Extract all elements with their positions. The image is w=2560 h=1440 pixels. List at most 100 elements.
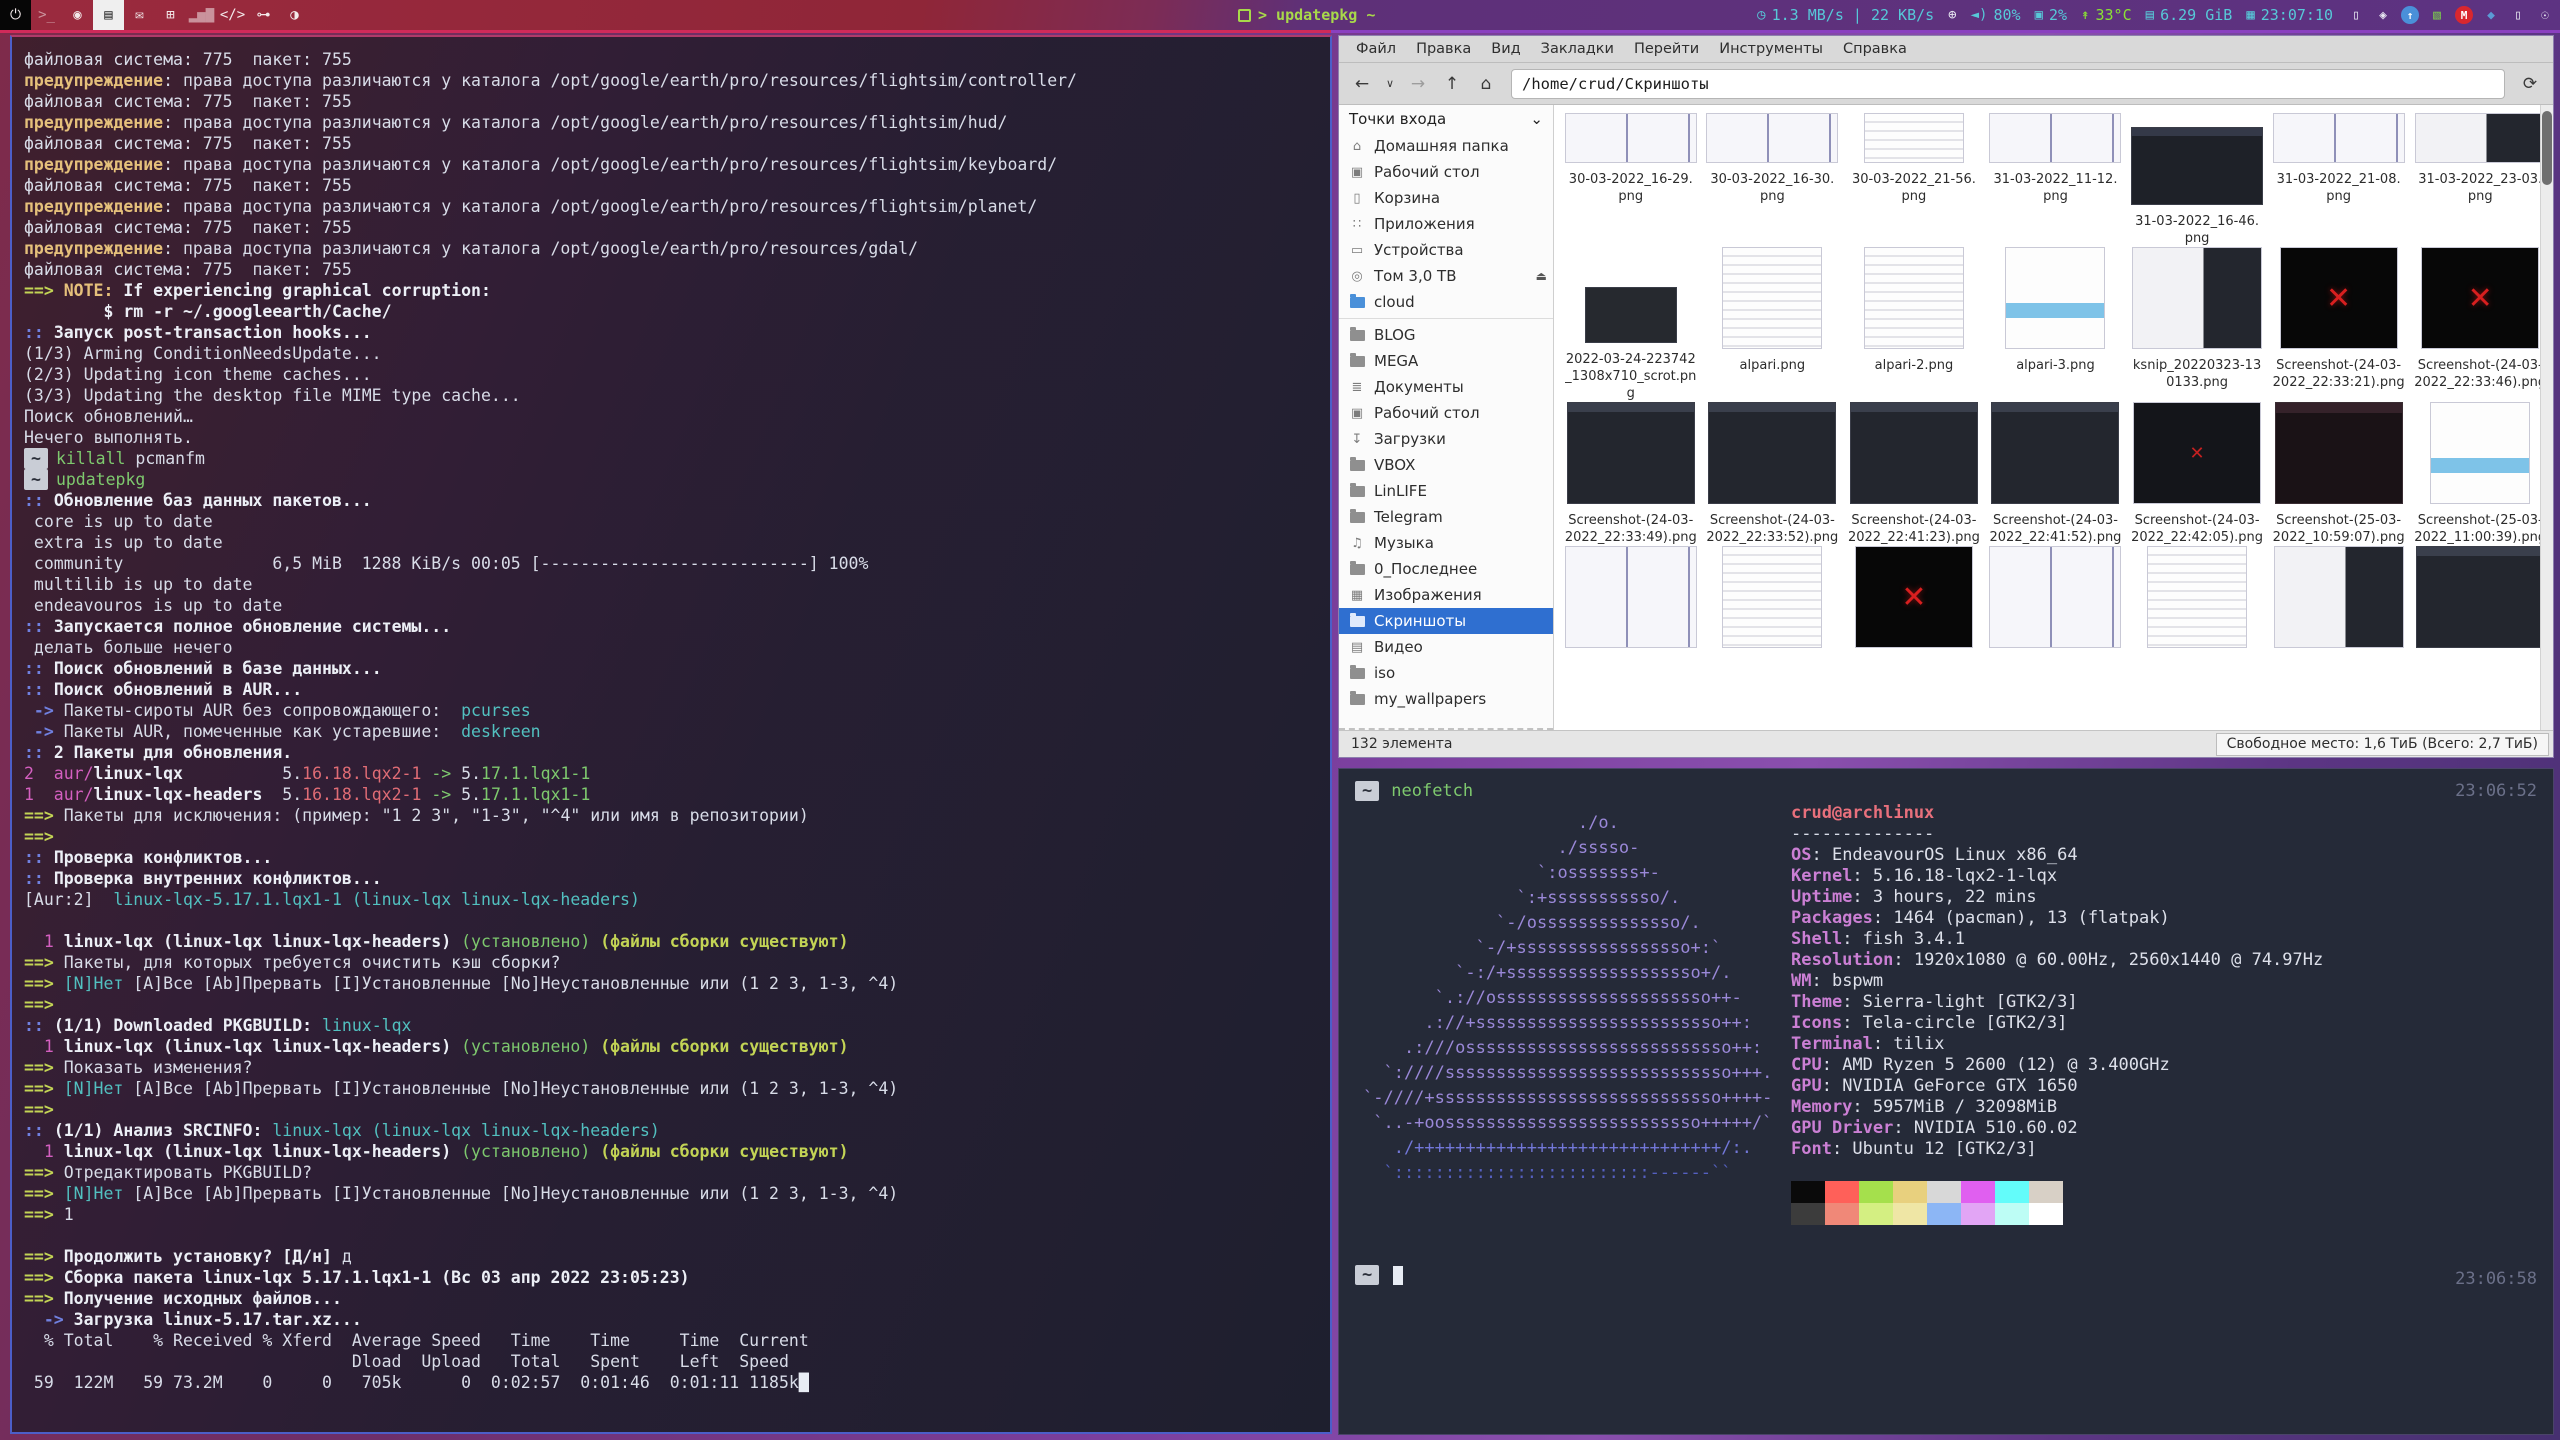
file-item[interactable]	[1560, 546, 1702, 648]
file-item[interactable]: alpari.png	[1702, 247, 1844, 402]
sidebar-item-blog[interactable]: BLOG	[1339, 322, 1553, 348]
file-item[interactable]: Screenshot-(25-03-2022_10:59:07).png	[2268, 402, 2410, 546]
file-list[interactable]: 30-03-2022_16-29.png30-03-2022_16-30.png…	[1554, 105, 2553, 730]
file-item[interactable]: 30-03-2022_16-30.png	[1702, 113, 1844, 247]
sidebar-item-cloud[interactable]: cloud	[1339, 289, 1553, 315]
file-item[interactable]: alpari-2.png	[1843, 247, 1985, 402]
sidebar-item-0-poslednee[interactable]: 0_Последнее	[1339, 556, 1553, 582]
sidebar-item-linlife[interactable]: LinLIFE	[1339, 478, 1553, 504]
menu-файл[interactable]: Файл	[1347, 38, 1405, 60]
sidebar-item-desktop2[interactable]: ▣Рабочий стол	[1339, 400, 1553, 426]
tray-idea-icon[interactable]: ☉	[2536, 6, 2554, 24]
file-item[interactable]: Screenshot-(24-03-2022_22:33:49).png	[1560, 402, 1702, 546]
scrollbar-thumb[interactable]	[2542, 111, 2552, 185]
file-item[interactable]: 2022-03-24-223742_1308x710_scrot.png	[1560, 247, 1702, 402]
sidebar-item-music[interactable]: ♫Музыка	[1339, 530, 1553, 556]
clock[interactable]: ▦ 23:07:10	[2246, 6, 2333, 24]
workspace-chat-icon[interactable]: ✉	[124, 0, 155, 30]
file-item[interactable]	[1702, 546, 1844, 648]
tray-update-icon[interactable]: ↑	[2401, 6, 2419, 24]
pcmanfm-window[interactable]: ФайлПравкаВидЗакладкиПерейтиИнструментыС…	[1338, 35, 2554, 758]
file-item[interactable]: 30-03-2022_21-56.png	[1843, 113, 1985, 247]
file-item[interactable]: ksnip_20220323-130133.png	[2126, 247, 2268, 402]
terminal-line: :: Проверка внутренних конфликтов...	[24, 868, 1318, 889]
tray-mega-icon[interactable]: M	[2455, 6, 2473, 24]
menu-инструменты[interactable]: Инструменты	[1710, 38, 1832, 60]
eject-icon[interactable]: ⏏	[1536, 269, 1547, 283]
file-item[interactable]: 31-03-2022_23-03.png	[2409, 113, 2551, 247]
file-item[interactable]	[2409, 546, 2551, 648]
file-item[interactable]: 31-03-2022_21-08.png	[2268, 113, 2410, 247]
sidebar-item-screenshots[interactable]: Скриншоты	[1339, 608, 1553, 634]
palette-swatch	[1995, 1203, 2029, 1225]
terminal-window-neofetch[interactable]: ~ neofetch 23:06:52 ./o. ./sssso- `:osss…	[1338, 768, 2554, 1435]
menu-правка[interactable]: Правка	[1407, 38, 1480, 60]
globe-indicator[interactable]: ⊕	[1948, 7, 1956, 23]
tray-battery-icon[interactable]: ▯	[2347, 6, 2365, 24]
sidebar-item-my-wallpapers[interactable]: my_wallpapers	[1339, 686, 1553, 712]
sidebar-item-trash[interactable]: ▯Корзина	[1339, 185, 1553, 211]
file-item[interactable]: 31-03-2022_11-12.png	[1985, 113, 2127, 247]
file-item[interactable]: Screenshot-(25-03-2022_11:00:39).png	[2409, 402, 2551, 546]
file-item[interactable]	[2268, 546, 2410, 648]
sidebar-item-label: Документы	[1374, 378, 1464, 396]
sidebar-item-telegram[interactable]: Telegram	[1339, 504, 1553, 530]
menu-справка[interactable]: Справка	[1834, 38, 1916, 60]
sidebar-item-desktop[interactable]: ▣Рабочий стол	[1339, 159, 1553, 185]
file-item[interactable]: 31-03-2022_16-46.png	[2126, 113, 2268, 247]
file-item[interactable]: ✕Screenshot-(24-03-2022_22:42:05).png	[2126, 402, 2268, 546]
tray-network-icon[interactable]: ▧	[2428, 6, 2446, 24]
scrollbar[interactable]	[2540, 105, 2553, 730]
sidebar-item-home[interactable]: ⌂Домашняя папка	[1339, 133, 1553, 159]
path-input[interactable]: /home/crud/Скриншоты	[1511, 69, 2505, 99]
workspace-terminal-icon[interactable]: >_	[31, 0, 62, 30]
launcher-record-icon[interactable]: ◑	[279, 0, 310, 30]
sidebar-item-iso[interactable]: iso	[1339, 660, 1553, 686]
workspace-windows-icon[interactable]: ⊞	[155, 0, 186, 30]
sidebar-item-volume[interactable]: ◎Том 3,0 ТВ⏏	[1339, 263, 1553, 289]
tray-deluge-icon[interactable]: ◆	[2482, 6, 2500, 24]
sidebar-item-documents[interactable]: ≣Документы	[1339, 374, 1553, 400]
back-dropdown-button[interactable]: ∨	[1381, 69, 1399, 99]
file-item[interactable]: ✕Screenshot-(24-03-2022_22:33:21).png	[2268, 247, 2410, 402]
sidebar-item-applications[interactable]: ∷Приложения	[1339, 211, 1553, 237]
sidebar-item-downloads[interactable]: ↧Загрузки	[1339, 426, 1553, 452]
places-mode-selector[interactable]: Точки входа ⌄	[1339, 105, 1553, 133]
tray-device-icon[interactable]: ▯	[2509, 6, 2527, 24]
file-item[interactable]: Screenshot-(24-03-2022_22:33:52).png	[1702, 402, 1844, 546]
menu-вид[interactable]: Вид	[1482, 38, 1529, 60]
tray-pattern-icon[interactable]: ◈	[2374, 6, 2392, 24]
workspace-files-icon[interactable]: ▤	[93, 0, 124, 30]
sidebar-item-pictures[interactable]: ▦Изображения	[1339, 582, 1553, 608]
file-item[interactable]: alpari-3.png	[1985, 247, 2127, 402]
file-item[interactable]	[1985, 546, 2127, 648]
neofetch-info-line: Packages: 1464 (pacman), 13 (flatpak)	[1791, 908, 2323, 929]
file-item[interactable]: 30-03-2022_16-29.png	[1560, 113, 1702, 247]
power-icon[interactable]: ⏻	[0, 0, 31, 30]
back-button[interactable]: ←	[1347, 69, 1377, 99]
home-button[interactable]: ⌂	[1471, 69, 1501, 99]
file-item[interactable]: ✕Screenshot-(24-03-2022_22:33:46).png	[2409, 247, 2551, 402]
file-thumbnail: ✕	[2421, 247, 2539, 349]
file-item[interactable]	[2126, 546, 2268, 648]
file-item[interactable]: Screenshot-(24-03-2022_22:41:52).png	[1985, 402, 2127, 546]
launcher-key-icon[interactable]: ⊶	[248, 0, 279, 30]
workspace-chart-icon[interactable]: ▂▅▇	[186, 0, 217, 30]
sidebar-item-video[interactable]: ▤Видео	[1339, 634, 1553, 660]
menu-перейти[interactable]: Перейти	[1625, 38, 1708, 60]
volume-indicator[interactable]: ◄) 80%	[1971, 6, 2021, 24]
sidebar-item-mega[interactable]: MEGA	[1339, 348, 1553, 374]
sidebar-item-desktop2-icon: ▣	[1348, 406, 1366, 421]
launcher-code-icon[interactable]: </>	[217, 0, 248, 30]
workspace-browser-icon[interactable]: ◉	[62, 0, 93, 30]
file-item[interactable]: Screenshot-(24-03-2022_22:41:23).png	[1843, 402, 1985, 546]
sidebar-item-devices[interactable]: ▭Устройства	[1339, 237, 1553, 263]
forward-button[interactable]: →	[1403, 69, 1433, 99]
terminal-line: ==> [N]Нет [A]Все [Ab]Прервать [I]Устано…	[24, 1183, 1318, 1204]
sidebar-item-vbox[interactable]: VBOX	[1339, 452, 1553, 478]
reload-button[interactable]: ⟳	[2515, 69, 2545, 99]
terminal-window-updatepkg[interactable]: файловая система: 775 пакет: 755предупре…	[10, 35, 1332, 1434]
menu-закладки[interactable]: Закладки	[1532, 38, 1623, 60]
file-item[interactable]: ✕	[1843, 546, 1985, 648]
up-button[interactable]: ↑	[1437, 69, 1467, 99]
